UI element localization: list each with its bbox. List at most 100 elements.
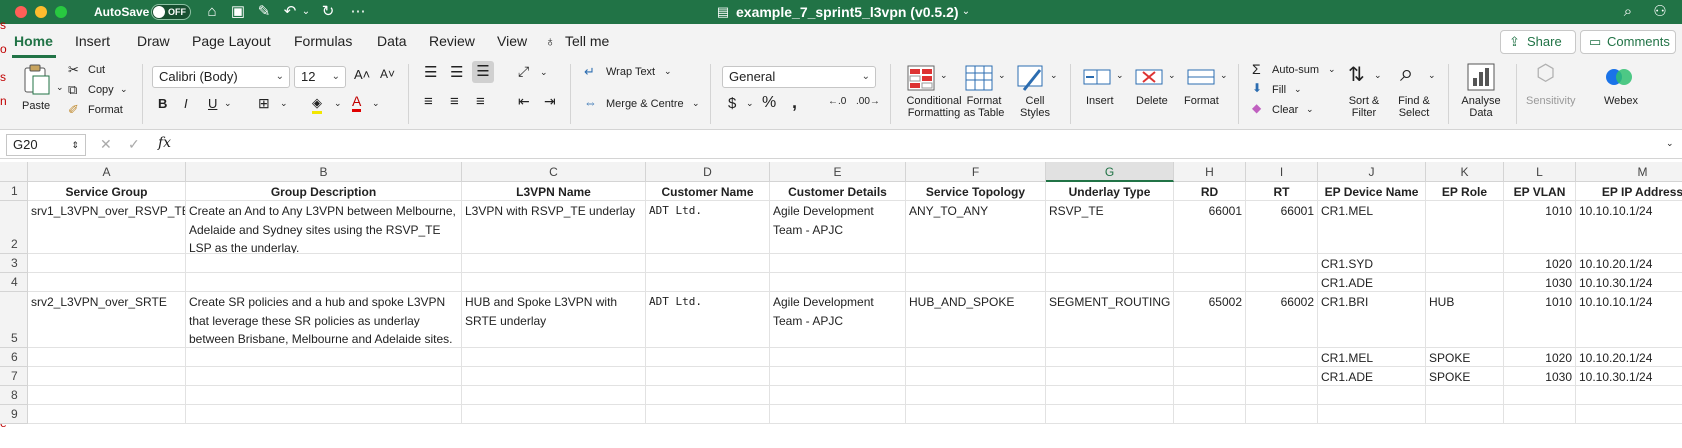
cut-label[interactable]: Cut bbox=[88, 64, 105, 76]
autosave-toggle[interactable]: OFF bbox=[151, 4, 191, 20]
borders-dropdown-icon[interactable]: ⌄ bbox=[280, 98, 288, 109]
table-cell[interactable] bbox=[462, 348, 646, 367]
table-cell[interactable] bbox=[462, 367, 646, 386]
table-cell[interactable] bbox=[906, 386, 1046, 405]
orientation-dropdown-icon[interactable]: ⌄ bbox=[540, 67, 548, 78]
percent-icon[interactable]: % bbox=[762, 94, 776, 112]
align-right-icon[interactable]: ≡ bbox=[476, 93, 485, 110]
table-cell[interactable]: 65002 bbox=[1174, 292, 1246, 348]
table-cell[interactable]: HUB_AND_SPOKE bbox=[906, 292, 1046, 348]
table-cell[interactable]: CR1.BRI bbox=[1318, 292, 1426, 348]
copy-dropdown-icon[interactable]: ⌄ bbox=[120, 84, 128, 95]
sort-filter-icon[interactable]: ⇅ bbox=[1348, 62, 1365, 87]
decrease-font-size-icon[interactable]: A˅ bbox=[380, 67, 395, 81]
table-cell[interactable]: srv1_L3VPN_over_RSVP_TE bbox=[28, 201, 186, 254]
table-cell[interactable] bbox=[1504, 405, 1576, 424]
table-cell[interactable] bbox=[770, 405, 906, 424]
zoom-window-button[interactable] bbox=[55, 6, 67, 18]
table-cell[interactable] bbox=[1046, 386, 1174, 405]
merge-centre-icon[interactable]: ⇔ bbox=[584, 95, 597, 110]
table-cell[interactable] bbox=[28, 254, 186, 273]
wrap-text-icon[interactable]: ↵ bbox=[584, 64, 595, 80]
header-cell[interactable]: Group Description bbox=[186, 182, 462, 201]
increase-font-size-icon[interactable]: A˄ bbox=[354, 67, 370, 82]
table-cell[interactable]: 10.10.20.1/24 bbox=[1576, 348, 1682, 367]
table-cell[interactable]: SEGMENT_ROUTING bbox=[1046, 292, 1174, 348]
fill-label[interactable]: Fill bbox=[1272, 84, 1286, 96]
table-cell[interactable] bbox=[1046, 367, 1174, 386]
table-cell[interactable] bbox=[28, 273, 186, 292]
copy-label[interactable]: Copy bbox=[88, 84, 114, 96]
currency-icon[interactable]: $ bbox=[728, 95, 736, 112]
delete-cells-label[interactable]: Delete bbox=[1136, 95, 1168, 107]
table-cell[interactable] bbox=[770, 348, 906, 367]
find-select-dropdown-icon[interactable]: ⌄ bbox=[1428, 70, 1436, 81]
tab-home[interactable]: Home bbox=[14, 33, 53, 49]
row-header-7[interactable]: 7 bbox=[0, 367, 28, 386]
number-format-select[interactable]: General ⌄ bbox=[722, 66, 876, 88]
table-cell[interactable] bbox=[1246, 386, 1318, 405]
merge-centre-label[interactable]: Merge & Centre bbox=[606, 98, 684, 110]
comments-button[interactable]: ▭ Comments bbox=[1580, 30, 1676, 54]
table-cell[interactable] bbox=[1046, 254, 1174, 273]
table-cell[interactable] bbox=[462, 405, 646, 424]
font-color-dropdown-icon[interactable]: ⌄ bbox=[372, 98, 380, 109]
table-cell[interactable] bbox=[1318, 405, 1426, 424]
table-cell[interactable] bbox=[186, 405, 462, 424]
table-cell[interactable] bbox=[906, 254, 1046, 273]
table-cell[interactable]: CR1.MEL bbox=[1318, 201, 1426, 254]
table-cell[interactable] bbox=[906, 367, 1046, 386]
column-header-k[interactable]: K bbox=[1426, 162, 1504, 182]
row-header-2[interactable]: 2 bbox=[0, 201, 28, 254]
font-name-select[interactable]: Calibri (Body) ⌄ bbox=[152, 66, 290, 88]
format-painter-label[interactable]: Format bbox=[88, 104, 123, 116]
table-cell[interactable] bbox=[462, 254, 646, 273]
table-cell[interactable] bbox=[1426, 254, 1504, 273]
autosum-icon[interactable]: Σ bbox=[1252, 61, 1261, 77]
table-cell[interactable] bbox=[646, 348, 770, 367]
table-cell[interactable] bbox=[1576, 405, 1682, 424]
wrap-text-label[interactable]: Wrap Text bbox=[606, 66, 655, 78]
column-header-e[interactable]: E bbox=[770, 162, 906, 182]
table-cell[interactable] bbox=[1246, 348, 1318, 367]
increase-decimal-icon[interactable]: ←.0 bbox=[828, 96, 846, 107]
table-cell[interactable]: HUB and Spoke L3VPN with SRTE underlay bbox=[462, 292, 646, 348]
table-cell[interactable]: CR1.ADE bbox=[1318, 367, 1426, 386]
table-cell[interactable] bbox=[646, 405, 770, 424]
table-cell[interactable] bbox=[646, 273, 770, 292]
column-header-h[interactable]: H bbox=[1174, 162, 1246, 182]
fill-color-dropdown-icon[interactable]: ⌄ bbox=[334, 98, 342, 109]
font-size-select[interactable]: 12 ⌄ bbox=[294, 66, 346, 88]
conditional-formatting-icon[interactable] bbox=[906, 64, 936, 92]
table-cell[interactable] bbox=[770, 254, 906, 273]
table-cell[interactable] bbox=[1426, 273, 1504, 292]
undo-dropdown-icon[interactable]: ⌄ bbox=[300, 2, 312, 22]
table-cell[interactable] bbox=[646, 367, 770, 386]
bold-icon[interactable]: B bbox=[158, 96, 167, 111]
fill-dropdown-icon[interactable]: ⌄ bbox=[1294, 84, 1302, 95]
delete-cells-dropdown-icon[interactable]: ⌄ bbox=[1168, 70, 1176, 81]
table-cell[interactable]: 1030 bbox=[1504, 367, 1576, 386]
table-cell[interactable]: SPOKE bbox=[1426, 348, 1504, 367]
table-cell[interactable]: 1010 bbox=[1504, 292, 1576, 348]
header-cell[interactable]: Underlay Type bbox=[1046, 182, 1174, 201]
underline-icon[interactable]: U bbox=[208, 96, 217, 111]
sort-filter-dropdown-icon[interactable]: ⌄ bbox=[1374, 70, 1382, 81]
row-header-5[interactable]: 5 bbox=[0, 292, 28, 348]
tab-draw[interactable]: Draw bbox=[137, 33, 170, 49]
close-window-button[interactable] bbox=[15, 6, 27, 18]
window-title[interactable]: example_7_sprint5_l3vpn (v0.5.2) bbox=[736, 3, 959, 21]
table-cell[interactable]: RSVP_TE bbox=[1046, 201, 1174, 254]
tab-formulas[interactable]: Formulas bbox=[294, 33, 352, 49]
row-header-8[interactable]: 8 bbox=[0, 386, 28, 405]
find-select-label[interactable]: Find & Select bbox=[1384, 95, 1444, 119]
table-cell[interactable]: 10.10.30.1/24 bbox=[1576, 367, 1682, 386]
column-header-g[interactable]: G bbox=[1046, 162, 1174, 182]
clear-label[interactable]: Clear bbox=[1272, 104, 1298, 116]
tab-view[interactable]: View bbox=[497, 33, 527, 49]
table-cell[interactable]: ANY_TO_ANY bbox=[906, 201, 1046, 254]
tab-insert[interactable]: Insert bbox=[75, 33, 110, 49]
table-cell[interactable]: srv2_L3VPN_over_SRTE bbox=[28, 292, 186, 348]
copy-icon[interactable]: ⧉ bbox=[68, 82, 77, 98]
webex-icon[interactable] bbox=[1604, 64, 1634, 90]
